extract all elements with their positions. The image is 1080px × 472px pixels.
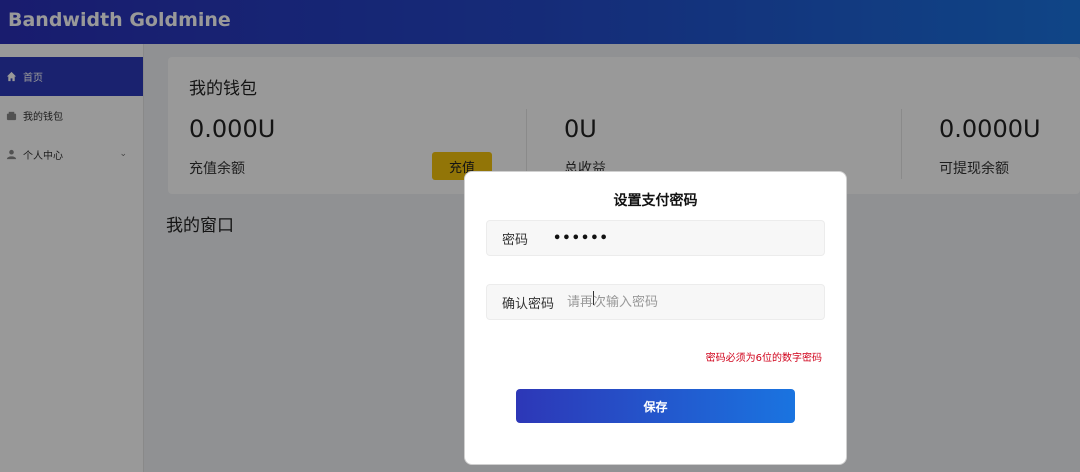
save-button[interactable]: 保存 [516,389,795,423]
confirm-password-input[interactable] [567,294,807,310]
confirm-password-field[interactable]: 确认密码 [486,284,825,320]
set-payment-password-dialog: 设置支付密码 密码 •••••• 确认密码 密码必须为6位的数字密码 保存 [464,171,847,465]
password-input[interactable]: •••••• [553,231,793,246]
confirm-password-label: 确认密码 [502,296,555,312]
password-error-message: 密码必须为6位的数字密码 [705,353,822,364]
dialog-title: 设置支付密码 [613,193,698,209]
password-field[interactable]: 密码 •••••• [486,220,825,256]
text-cursor-icon [593,291,594,305]
password-label: 密码 [502,232,529,248]
